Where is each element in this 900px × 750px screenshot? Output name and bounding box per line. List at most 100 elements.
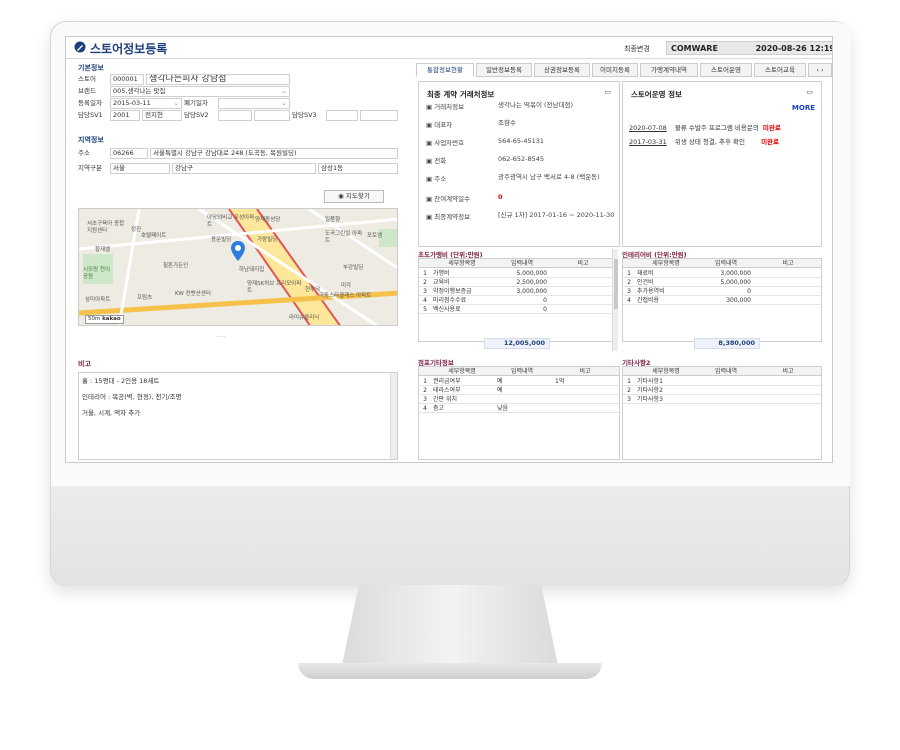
sv2-code-field[interactable] (218, 110, 252, 121)
table-cell: 기타사항3 (637, 396, 663, 403)
map-label: 포토엠 (367, 233, 383, 239)
table-cell: 1 (423, 270, 427, 277)
table-cell: 2 (627, 279, 631, 286)
app-header: 스토어정보등록 최종변경 COMWARE 2020-08-26 12:19 (66, 37, 833, 59)
table-row[interactable]: 4 간접비용 300,000 (623, 296, 821, 305)
memo-line: 인테리어 : 목공(벽, 현정), 전기/조명 (82, 393, 182, 401)
contract-info-key-wrap: ▣ 전화 (426, 155, 446, 165)
table-cell: 재료비 (637, 270, 654, 277)
table-row[interactable]: 2 교육비 2,500,000 (419, 278, 615, 287)
store-name-field[interactable]: 생각나는피자 강남점 (146, 74, 290, 85)
sv1-name-field[interactable]: 전지현 (142, 110, 182, 121)
initial-cost-scrollbar[interactable] (612, 249, 618, 351)
tab-education[interactable]: 스토어교육 (754, 63, 806, 77)
tab-operation[interactable]: 스토어운영 (700, 63, 752, 77)
reg-date-field[interactable]: 2015-03-11 ⌄ (110, 98, 182, 109)
close-date-label: 폐기일자 (184, 99, 208, 107)
notice-text: 위생 상태 청결, 추후 확인 (674, 138, 745, 146)
table-row[interactable]: 1 가맹비 5,000,000 (419, 269, 615, 278)
table-row[interactable]: 2 테라스여부 예 (419, 386, 619, 395)
store-etc-grid: 세부항목명 입력내역 비고 1 권리금여부 예 1억 2 테라스여부 예 3 간판 위치 4 층고 낮음 (418, 366, 620, 460)
map-label: 일품향 (325, 217, 341, 223)
table-row[interactable]: 3 약정이행보증금 3,000,000 (419, 287, 615, 296)
grid-header-cell: 비고 (579, 368, 591, 375)
ops-notice-row[interactable]: 2017-03-31 위생 상태 청결, 추후 확인 미완료 (629, 136, 779, 146)
table-cell: 교육비 (433, 279, 450, 286)
checkbox-icon: ▣ (426, 139, 435, 147)
table-cell: 0 (543, 297, 547, 304)
area3-field[interactable]: 삼성1동 (318, 163, 398, 174)
table-row[interactable]: 3 기타사항3 (623, 395, 821, 404)
contract-info-key-wrap: ▣ 잔여계약일수 (426, 193, 470, 203)
close-date-field[interactable]: ⌄ (218, 98, 290, 109)
table-cell: 테라스여부 (433, 387, 461, 394)
sv2-name-field[interactable] (254, 110, 290, 121)
table-cell: 3 (423, 396, 427, 403)
tab-images[interactable]: 이미지등록 (592, 63, 638, 77)
contract-info-key-wrap: ▣ 최종계약정보 (426, 211, 470, 221)
table-cell: 낮음 (497, 405, 509, 412)
chevron-down-icon: ⌄ (281, 87, 287, 95)
table-cell: 백신사용료 (433, 306, 461, 313)
table-row[interactable]: 2 인건비 5,000,000 (623, 278, 821, 287)
brand-select[interactable]: 005,생각나는 맛집 ⌄ (110, 86, 290, 97)
find-map-button[interactable]: ◉ 지도찾기 (324, 190, 384, 203)
zip-field[interactable]: 06266 (110, 148, 148, 159)
grid-header: 세부항목명 입력내역 비고 (623, 259, 821, 268)
table-row[interactable]: 3 추가용역비 0 (623, 287, 821, 296)
sv1-code-field[interactable]: 2001 (110, 110, 140, 121)
table-cell: 1 (423, 378, 427, 385)
ops-notice-row[interactable]: 2020-07-08 물류 수발주 프로그램 비용문의 미완료 (629, 122, 781, 132)
table-row[interactable]: 4 마리점수수료 0 (419, 296, 615, 305)
table-cell: 추가용역비 (637, 288, 665, 295)
table-row[interactable]: 1 기타사항1 (623, 377, 821, 386)
area-label: 지역구분 (78, 164, 102, 172)
address-label: 주소 (78, 149, 90, 157)
map-view[interactable]: 서초구육아 종합지원센터 정진 호텔페이트 야당의비교 우성아파트 양재동성당 … (78, 208, 398, 326)
memo-textarea[interactable]: 홀 : 15평대 - 2인용 18세트 인테리어 : 목공(벽, 현정), 전기… (78, 372, 398, 460)
splitter-handle[interactable]: ····· (216, 334, 226, 341)
map-label: 힐튼가든인 (163, 263, 189, 269)
table-row[interactable]: 1 재료비 3,000,000 (623, 269, 821, 278)
store-code-field[interactable]: 000001 (110, 74, 144, 85)
contract-info-value: 0 (498, 193, 503, 201)
map-label: 도곡그린빌 아파트 (325, 231, 363, 244)
edit-pen-icon (74, 41, 86, 53)
table-row[interactable]: 2 기타사항2 (623, 386, 821, 395)
checkbox-icon: ▣ (426, 213, 435, 221)
memo-scrollbar[interactable] (390, 373, 397, 459)
map-label: 황재벨 (95, 247, 111, 253)
table-row[interactable]: 1 권리금여부 예 1억 (419, 377, 619, 386)
address-field[interactable]: 서울특별시 강남구 강남대로 248 (도곡동, 목원빌딩) (150, 148, 398, 159)
table-row[interactable]: 4 층고 낮음 (419, 404, 619, 413)
sv3-name-field[interactable] (360, 110, 398, 121)
table-cell: 3 (423, 288, 427, 295)
contract-info-key-wrap: ▣ 거래처정보 (426, 101, 464, 111)
grid-header-cell: 세부항목명 (448, 260, 476, 267)
checkbox-icon: ▣ (426, 121, 435, 129)
table-cell: 0 (543, 306, 547, 313)
ops-card: 스토어운영 정보 ▭ MORE 2020-07-08 물류 수발주 프로그램 비… (622, 81, 822, 247)
sv3-code-field[interactable] (326, 110, 358, 121)
last-change-time: 2020-08-26 12:19 (755, 44, 833, 53)
tab-trade-area[interactable]: 상권정보등록 (534, 63, 590, 77)
location-pin-icon (231, 241, 245, 261)
contract-info-value: [신규 1차] 2017-01-16 ~ 2020-11-30 (498, 211, 615, 219)
brand-label: 브랜드 (78, 87, 96, 95)
sv3-label: 담당SV3 (292, 111, 317, 119)
tab-scroll-arrows[interactable]: ‹ › (808, 63, 832, 77)
area1-field[interactable]: 서울 (110, 163, 170, 174)
minimize-icon[interactable]: ▭ (604, 88, 611, 96)
memo-section-title: 비고 (78, 360, 91, 368)
minimize-icon[interactable]: ▭ (806, 88, 813, 96)
tab-overview[interactable]: 통합정보현황 (416, 63, 474, 77)
page-title: 스토어정보등록 (90, 42, 168, 56)
table-row[interactable]: 5 백신사용료 0 (419, 305, 615, 314)
more-link[interactable]: MORE (792, 104, 815, 112)
tab-general[interactable]: 일반정보등록 (476, 63, 532, 77)
area2-field[interactable]: 강남구 (172, 163, 316, 174)
map-label: 시모랑 천이공원 (83, 267, 111, 280)
tab-contracts[interactable]: 가맹계약내역 (640, 63, 698, 77)
last-change-label: 최종변경 (624, 45, 650, 53)
table-row[interactable]: 3 간판 위치 (419, 395, 619, 404)
